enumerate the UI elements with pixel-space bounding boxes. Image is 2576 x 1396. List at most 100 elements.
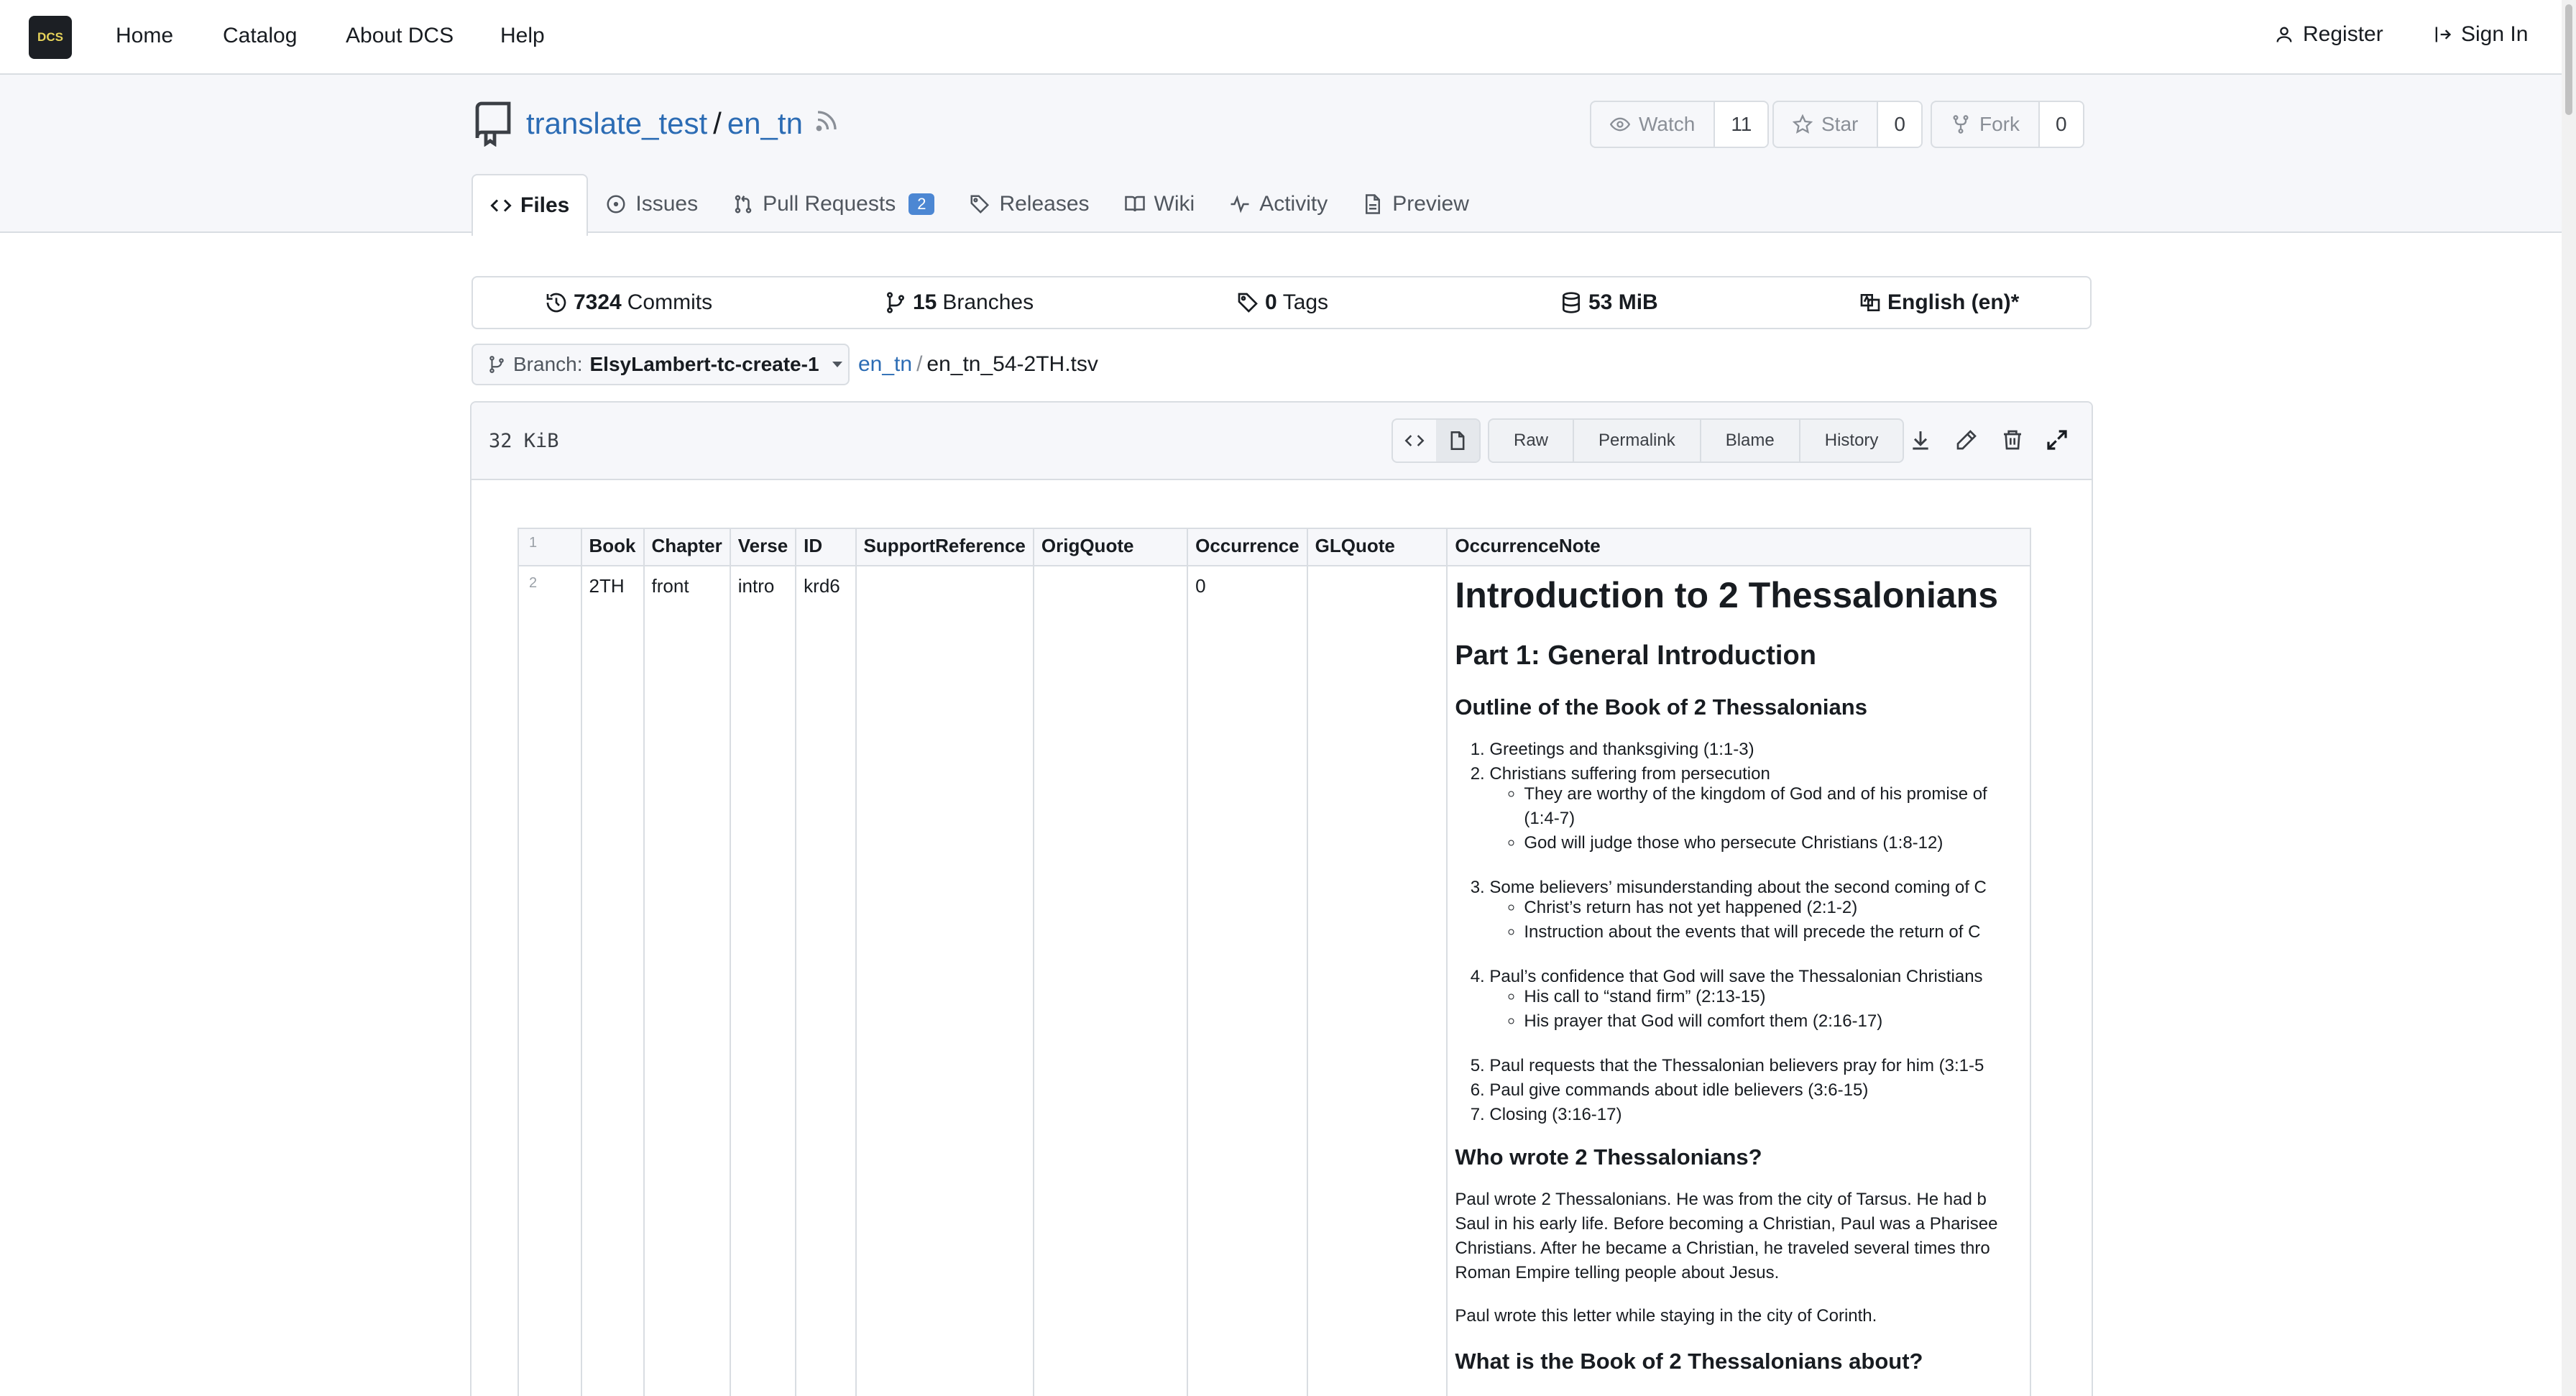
download-icon[interactable]: [1909, 428, 1932, 451]
fork-button[interactable]: Fork: [1932, 102, 2040, 147]
repo-header: translate_test / en_tn Watch 11 Star 0 F…: [0, 75, 2562, 236]
column-header: GLQuote: [1306, 528, 1448, 566]
branches-label: Branches: [942, 290, 1034, 314]
list-item-text: (1:4-7): [1524, 809, 1576, 828]
list-item: His prayer that God will comfort them (2…: [1524, 1009, 2023, 1034]
column-header: OccurrenceNote: [1446, 528, 2031, 566]
note-who-heading: Who wrote 2 Thessalonians?: [1455, 1144, 1762, 1170]
column-header: Chapter: [643, 528, 731, 566]
table-cell-support-reference: [855, 565, 1034, 1396]
list-item: Closing (3:16-17): [1489, 1103, 2023, 1127]
watch-button[interactable]: Watch: [1591, 102, 1716, 147]
table-cell-gl-quote: [1306, 565, 1448, 1396]
fork-count[interactable]: 0: [2040, 102, 2083, 147]
list-item: Christ’s return has not yet happened (2:…: [1524, 896, 2023, 920]
list-item-text: Paul’s confidence that God will save the…: [1489, 967, 1983, 986]
note-about-heading: What is the Book of 2 Thessalonians abou…: [1455, 1349, 1923, 1374]
nav-catalog[interactable]: Catalog: [223, 24, 297, 48]
tab-wiki[interactable]: Wiki: [1107, 174, 1213, 234]
list-item: Paul’s confidence that God will save the…: [1489, 965, 2023, 1034]
chevron-down-icon: [832, 362, 842, 367]
rendered-view-button[interactable]: [1436, 420, 1479, 461]
code-icon: [490, 199, 512, 212]
breadcrumb-repo-link[interactable]: en_tn: [858, 352, 912, 377]
branches-count: 15: [913, 290, 937, 314]
note-title: Introduction to 2 Thessalonians: [1455, 575, 1999, 615]
list-item: Some believers’ misunderstanding about t…: [1489, 876, 2023, 945]
page-scrollbar[interactable]: [2562, 0, 2576, 1396]
dcs-logo[interactable]: DCS: [29, 16, 72, 59]
table-cell-verse: intro: [729, 565, 797, 1396]
star-count[interactable]: 0: [1878, 102, 1921, 147]
code-icon: [1404, 435, 1425, 446]
list-item: Greetings and thanksgiving (1:1-3): [1489, 738, 2023, 762]
nav-about-dcs[interactable]: About DCS: [346, 24, 454, 48]
trash-icon[interactable]: [2001, 428, 2024, 451]
table-cell-occurrence: 0: [1187, 565, 1308, 1396]
occurrence-note-content: Introduction to 2 Thessalonians Part 1: …: [1455, 575, 2023, 1376]
note-text-line: Roman Empire telling people about Jesus.: [1455, 1263, 1780, 1282]
tags-count: 0: [1265, 290, 1277, 314]
fork-button-group: Fork 0: [1931, 101, 2084, 148]
column-header: Occurrence: [1187, 528, 1308, 566]
nav-home[interactable]: Home: [116, 24, 173, 48]
note-outline-heading: Outline of the Book of 2 Thessalonians: [1455, 694, 1867, 720]
note-paragraph: Paul wrote 2 Thessalonians. He was from …: [1455, 1188, 2023, 1285]
permalink-button[interactable]: Permalink: [1574, 420, 1701, 461]
register-link[interactable]: Register: [2274, 22, 2383, 47]
list-item-text: Christians suffering from persecution: [1489, 764, 1770, 784]
commits-label: Commits: [627, 290, 713, 314]
source-view-button[interactable]: [1393, 420, 1436, 461]
file-header: 32 KiB Raw Permalink Blame History: [472, 403, 2092, 480]
tab-preview[interactable]: Preview: [1345, 174, 1486, 234]
tags-stat[interactable]: 0 Tags: [1236, 290, 1328, 315]
sub-list: They are worthy of the kingdom of God an…: [1524, 782, 2023, 855]
sub-list: Christ’s return has not yet happened (2:…: [1524, 896, 2023, 945]
file-icon: [1366, 194, 1381, 214]
star-button[interactable]: Star: [1774, 102, 1879, 147]
tab-files-label: Files: [520, 193, 570, 217]
tab-files[interactable]: Files: [472, 174, 589, 236]
branches-stat[interactable]: 15 Branches: [884, 290, 1034, 315]
list-item: Paul give commands about idle believers …: [1489, 1078, 2023, 1103]
table-cell-orig-quote: [1032, 565, 1189, 1396]
table-cell-book: 2TH: [580, 565, 645, 1396]
list-item-text: They are worthy of the kingdom of God an…: [1524, 784, 1987, 804]
branch-dropdown[interactable]: Branch: ElsyLambert-tc-create-1: [472, 344, 850, 385]
branch-icon: [887, 292, 904, 313]
tab-issues[interactable]: Issues: [588, 174, 715, 234]
repo-name-link[interactable]: en_tn: [727, 106, 803, 141]
outline-list: Greetings and thanksgiving (1:1-3) Chris…: [1489, 738, 2023, 1127]
scrollbar-thumb[interactable]: [2565, 4, 2572, 115]
watch-count[interactable]: 11: [1715, 102, 1768, 147]
repo-stats-bar: 7324 Commits 15 Branches 0 Tags 53 MiB Engl…: [472, 276, 2092, 329]
repo-owner-link[interactable]: translate_test: [526, 106, 707, 141]
table-cell-occurrence-note: Introduction to 2 Thessalonians Part 1: …: [1446, 565, 2031, 1396]
register-label: Register: [2303, 22, 2383, 46]
sign-in-link[interactable]: Sign In: [2432, 22, 2528, 47]
commits-stat[interactable]: 7324 Commits: [545, 290, 712, 315]
watch-label: Watch: [1639, 113, 1696, 135]
history-button[interactable]: History: [1800, 420, 1903, 461]
tab-issues-label: Issues: [635, 192, 699, 216]
edit-icon[interactable]: [1955, 428, 1978, 451]
tab-activity[interactable]: Activity: [1212, 174, 1345, 234]
blame-button[interactable]: Blame: [1701, 420, 1800, 461]
star-label: Star: [1821, 113, 1859, 135]
watch-button-group: Watch 11: [1590, 101, 1770, 148]
eye-icon: [1610, 117, 1630, 132]
list-item: They are worthy of the kingdom of God an…: [1524, 782, 2023, 831]
language-stat: English (en)*: [1859, 290, 2019, 315]
tab-releases[interactable]: Releases: [952, 174, 1106, 234]
database-icon: [1563, 292, 1580, 313]
fullscreen-icon[interactable]: [2046, 428, 2069, 451]
csv-table-container: 1 Book Chapter Verse ID SupportReference…: [518, 528, 2031, 1396]
tags-label: Tags: [1282, 290, 1329, 314]
raw-button[interactable]: Raw: [1489, 420, 1575, 461]
rss-icon[interactable]: [814, 108, 840, 134]
csv-table: 1 Book Chapter Verse ID SupportReference…: [518, 528, 2031, 1396]
nav-help[interactable]: Help: [500, 24, 545, 48]
tag-icon: [970, 195, 990, 214]
note-text-line: Paul wrote 2 Thessalonians. He was from …: [1455, 1190, 1987, 1209]
tab-pull-requests[interactable]: Pull Requests 2: [715, 174, 952, 234]
